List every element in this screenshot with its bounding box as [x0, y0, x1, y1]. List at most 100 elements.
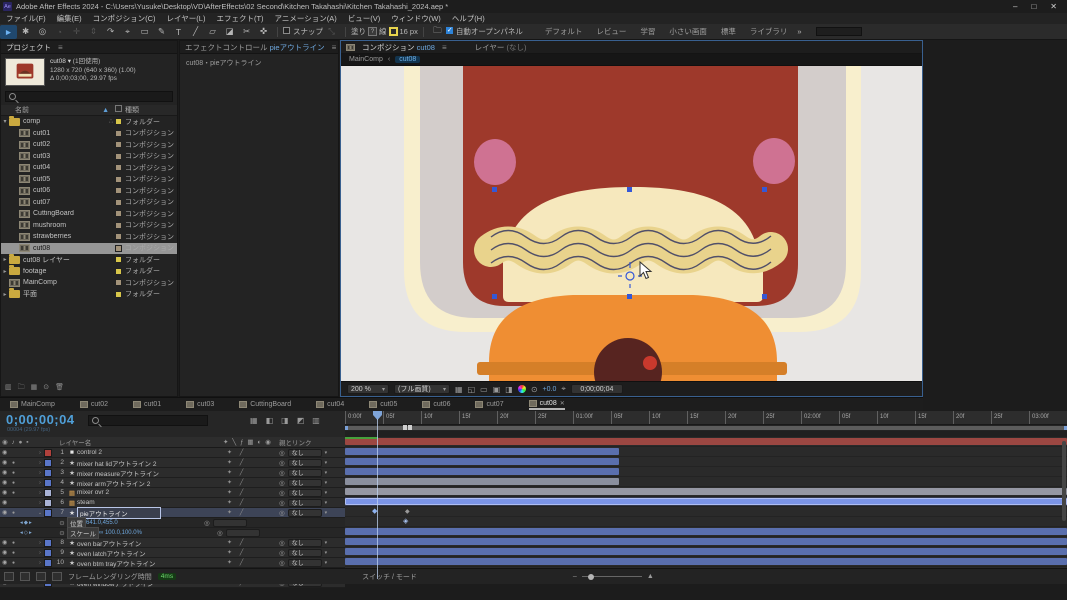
project-item[interactable]: mushroom コンポジション: [1, 220, 177, 232]
layer-switches[interactable]: ✦ ╱: [223, 489, 279, 496]
layer-bar-row[interactable]: [345, 437, 1067, 447]
close-tab-icon[interactable]: ✕: [560, 400, 565, 407]
parent-dropdown-arrow[interactable]: ▾: [325, 480, 328, 486]
project-item[interactable]: cut02 コンポジション: [1, 139, 177, 151]
timeline-comp-tab[interactable]: MainComp: [10, 401, 58, 408]
create-folder-icon[interactable]: 🗀: [18, 383, 25, 394]
timeline-zoom-slider[interactable]: – ▲: [573, 573, 654, 580]
layer-row[interactable]: ◉ ● ⌄ 7 ★ pieアウトライン ✦ ╱ ◎ なし ▾: [0, 508, 345, 518]
layer-name[interactable]: oven barアウトライン: [77, 538, 161, 548]
pickwhip-icon[interactable]: ◎: [279, 459, 285, 467]
parent-dropdown-arrow[interactable]: ▾: [325, 510, 328, 516]
project-settings-icon[interactable]: ⊙: [43, 383, 49, 394]
rectangle-tool-icon[interactable]: ▭: [136, 25, 153, 39]
project-item[interactable]: cut01 コンポジション: [1, 128, 177, 140]
layer-switches[interactable]: ✦ ╱: [223, 539, 279, 546]
layer-name-column[interactable]: レイヤー名: [59, 437, 223, 447]
timeline-toggle-icon[interactable]: ▥: [312, 416, 320, 425]
parent-dropdown-arrow[interactable]: ▾: [325, 490, 328, 496]
layer-label-color[interactable]: [44, 509, 52, 517]
solo-icon[interactable]: ●: [12, 550, 17, 556]
layer-bar-row[interactable]: ◆ ◆: [345, 507, 1067, 517]
menu-item[interactable]: ウィンドウ(W): [391, 13, 441, 24]
workspace-tab[interactable]: ライブラリ: [750, 26, 788, 37]
label-color-swatch[interactable]: [115, 164, 122, 171]
zoom-tool-icon[interactable]: ◎: [34, 25, 51, 39]
panel-menu-icon[interactable]: ≡: [58, 43, 63, 52]
parent-dropdown[interactable]: なし: [288, 489, 322, 497]
label-color-swatch[interactable]: [115, 210, 122, 217]
parent-dropdown-arrow[interactable]: ▾: [325, 500, 328, 506]
expander-icon[interactable]: ▸: [1, 291, 9, 298]
work-area-handle[interactable]: [345, 426, 1067, 430]
project-item[interactable]: cut07 コンポジション: [1, 197, 177, 209]
column-name[interactable]: 名前: [15, 105, 102, 115]
layer-duration-bar[interactable]: [345, 538, 1067, 545]
timeline-search-input[interactable]: [88, 415, 208, 426]
layer-row[interactable]: ◉ ● › 4 ★ mixer armアウトライン 2 ✦ ╱ ◎ なし ▾: [0, 478, 345, 488]
layer-switches[interactable]: ✦ ╱: [223, 469, 279, 476]
timeline-comp-tab[interactable]: cut05: [369, 401, 400, 408]
project-item[interactable]: cut03 コンポジション: [1, 151, 177, 163]
hand-tool-icon[interactable]: ✱: [17, 25, 34, 39]
keyframe-icon[interactable]: ◈: [403, 518, 408, 526]
layer-bar-row[interactable]: [345, 457, 1067, 467]
property-value[interactable]: 641.0,455.0: [86, 520, 148, 526]
layer-expander-icon[interactable]: ›: [36, 460, 44, 466]
resolution-dropdown[interactable]: (フル画質)▾: [394, 384, 450, 394]
layer-switches[interactable]: ✦ ╱: [223, 499, 279, 506]
layer-row[interactable]: ◂◆▸ ⊙ 位置 641.0,455.0 ◎: [0, 518, 345, 528]
parent-dropdown[interactable]: なし: [288, 479, 322, 487]
workspace-overflow-icon[interactable]: »: [797, 27, 801, 36]
layer-duration-bar[interactable]: [345, 488, 1067, 495]
layer-row[interactable]: ◉ ● › 10 ★ oven btm trayアウトライン ✦ ╱ ◎ なし …: [0, 558, 345, 568]
label-color-swatch[interactable]: [115, 153, 122, 160]
layer-switches[interactable]: ✦ ╱: [223, 479, 279, 486]
layer-label-color[interactable]: [44, 499, 52, 507]
layer-viewer-tab[interactable]: レイヤー (なし): [475, 42, 527, 53]
timeline-comp-tab[interactable]: cut08 ✕: [529, 400, 565, 410]
close-button[interactable]: ✕: [1050, 2, 1057, 11]
layer-duration-bar[interactable]: [345, 558, 1067, 565]
project-item[interactable]: cut06 コンポジション: [1, 185, 177, 197]
region-of-interest-icon[interactable]: ▭: [480, 385, 488, 394]
timeline-toggle-icon[interactable]: ◧: [266, 416, 274, 425]
layer-name[interactable]: mixer measureアウトライン 2: [77, 468, 161, 478]
layer-switches[interactable]: ✦ ╱: [223, 559, 279, 566]
layer-duration-bar[interactable]: [345, 528, 1067, 535]
project-search-input[interactable]: [5, 91, 173, 102]
layer-name[interactable]: mixer armアウトライン 2: [77, 478, 161, 488]
project-item[interactable]: ▸ 平面 フォルダー: [1, 289, 177, 301]
menu-item[interactable]: ヘルプ(H): [452, 13, 485, 24]
pickwhip-icon[interactable]: ◎: [279, 479, 285, 487]
parent-dropdown-arrow[interactable]: ▾: [325, 470, 328, 476]
layer-duration-bar[interactable]: [345, 548, 1067, 555]
brush-tool-icon[interactable]: ╱: [187, 25, 204, 39]
layer-expander-icon[interactable]: ⌄: [36, 510, 44, 516]
video-eye-icon[interactable]: ◉: [2, 499, 9, 506]
column-type[interactable]: 種類: [115, 105, 177, 115]
layer-expander-icon[interactable]: ›: [36, 480, 44, 486]
layer-bar-row[interactable]: [345, 497, 1067, 507]
layer-bar-row[interactable]: [345, 557, 1067, 567]
selected-comp-name[interactable]: cut08 ▾: [50, 58, 71, 65]
layer-name[interactable]: steam: [77, 499, 161, 506]
layer-row[interactable]: ◉ ● › 8 ★ oven barアウトライン ✦ ╱ ◎ なし ▾: [0, 538, 345, 548]
auto-open-panel-checkbox[interactable]: 自動オープンパネル: [446, 26, 523, 37]
pickwhip-icon[interactable]: ◎: [279, 509, 285, 517]
zoom-out-icon[interactable]: –: [573, 573, 577, 580]
solo-icon[interactable]: ●: [12, 510, 17, 516]
layer-label-color[interactable]: [44, 449, 52, 457]
composition-viewer-tab[interactable]: コンポジション cut08: [362, 42, 435, 53]
create-comp-icon[interactable]: ▦: [31, 383, 38, 394]
parent-dropdown-arrow[interactable]: ▾: [325, 460, 328, 466]
composition-thumbnail[interactable]: [5, 58, 45, 86]
expand-layer-switches-icon[interactable]: [4, 572, 14, 581]
parent-dropdown[interactable]: なし: [288, 509, 322, 517]
timeline-comp-tab[interactable]: cut06: [422, 401, 453, 408]
parent-dropdown[interactable]: なし: [288, 449, 322, 457]
panel-menu-icon[interactable]: ≡: [442, 43, 447, 52]
fill-swatch[interactable]: ?: [368, 27, 377, 36]
layer-bar-row[interactable]: [345, 467, 1067, 477]
pickwhip-icon[interactable]: ◎: [217, 529, 223, 537]
